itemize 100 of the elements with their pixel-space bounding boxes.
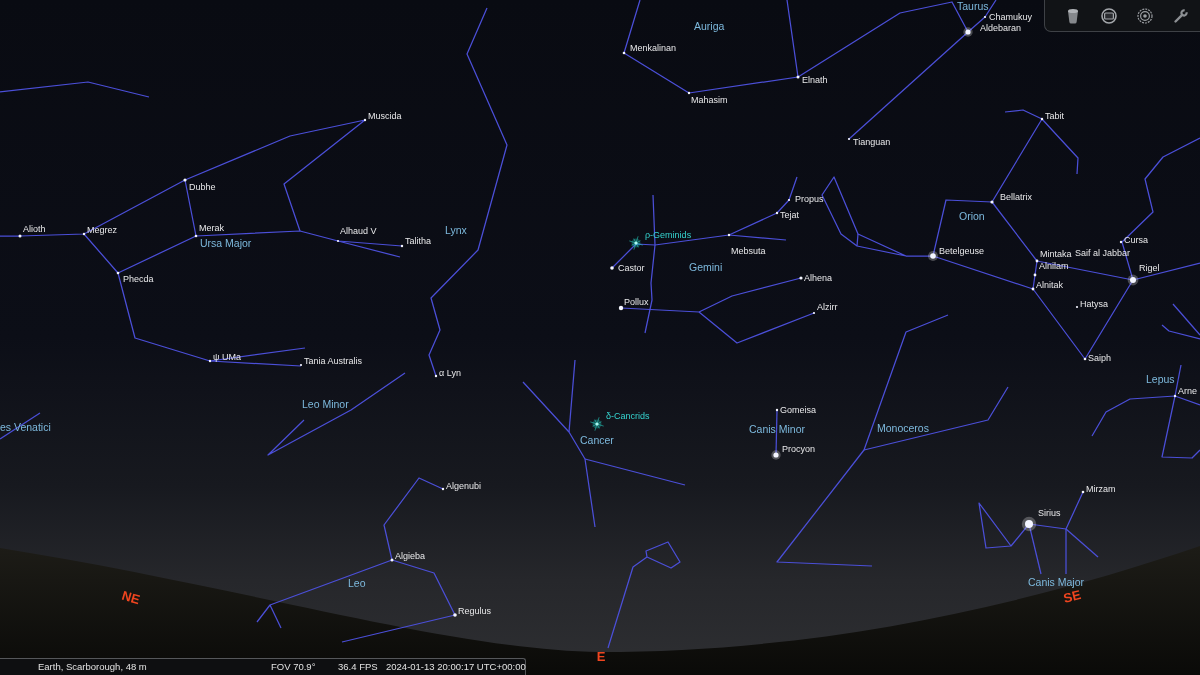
sparkle-icon: [589, 416, 605, 432]
star-dot-icon: [1033, 273, 1037, 277]
constellation-label: Leo Minor: [302, 398, 349, 410]
star-dot-icon: [194, 234, 198, 238]
star-label: Talitha: [405, 236, 431, 246]
star-label: Algenubi: [446, 481, 482, 491]
star-dot-icon: [787, 198, 791, 202]
star-dot-icon: [400, 244, 404, 248]
star-dot-icon: [847, 137, 851, 141]
star-dot-icon: [1035, 259, 1039, 263]
star-dot-icon: [610, 266, 614, 270]
star-label: Propus: [795, 194, 824, 204]
status-location: Earth, Scarborough, 48 m: [38, 661, 147, 673]
constellation-label: Canis Major: [1028, 576, 1085, 588]
star-label: Tabit: [1045, 111, 1064, 121]
star-dot-icon: [1075, 305, 1079, 309]
star-dot-icon: [1031, 287, 1035, 291]
star-label: Tania Australis: [304, 356, 363, 366]
screen-icon[interactable]: [1101, 7, 1117, 24]
star-label: Saiph: [1088, 353, 1112, 363]
constellation-label: Ursa Major: [200, 237, 252, 249]
star-dot-icon: [1021, 516, 1037, 532]
star-label: Bellatrix: [1000, 192, 1032, 202]
star-label: Hatysa: [1080, 299, 1108, 309]
star-label: Mebsuta: [731, 246, 766, 256]
star-dot-icon: [622, 51, 626, 55]
constellation-label: Gemini: [689, 261, 723, 273]
star-dot-icon: [390, 558, 394, 562]
star-dot-icon: [963, 27, 973, 37]
constellation-label: Monoceros: [877, 422, 929, 434]
star-dot-icon: [1083, 357, 1087, 361]
constellation-label: Orion: [959, 210, 985, 222]
star-label: Dubhe: [189, 182, 216, 192]
star-dot-icon: [1081, 490, 1085, 494]
star-dot-icon: [799, 276, 803, 280]
status-fps: 36.4 FPS: [338, 661, 378, 673]
constellation-label: Lynx: [445, 224, 467, 236]
star-label: α Lyn: [439, 368, 461, 378]
constellation-label: Cancer: [580, 434, 614, 446]
star-label: Arne: [1178, 386, 1197, 396]
star-label: Mintaka: [1040, 249, 1072, 259]
cardinal-direction: SE: [1061, 587, 1083, 606]
star-dot-icon: [727, 233, 731, 237]
cardinal-direction: E: [596, 649, 606, 664]
star-label: Rigel: [1139, 263, 1160, 273]
star-dot-icon: [82, 232, 86, 236]
star-label: Tejat: [780, 210, 799, 220]
star-dot-icon: [1173, 394, 1177, 398]
star-label: Pollux: [624, 297, 649, 307]
star-dot-icon: [116, 271, 120, 275]
bucket-icon[interactable]: [1065, 7, 1081, 24]
star-label: Regulus: [458, 606, 492, 616]
star-label: Mahasim: [691, 95, 728, 105]
star-label: Tianguan: [853, 137, 891, 147]
star-label: Sirius: [1038, 508, 1061, 518]
star-label: Betelgeuse: [939, 246, 985, 256]
meteor-shower-label: δ-Cancrids: [606, 411, 650, 421]
star-label: Aldebaran: [980, 23, 1022, 33]
star-dot-icon: [796, 75, 800, 79]
star-dot-icon: [1040, 117, 1044, 121]
star-dot-icon: [441, 487, 445, 491]
star-label: Gomeisa: [780, 405, 816, 415]
star-dot-icon: [983, 15, 987, 19]
star-label: Alioth: [23, 224, 46, 234]
star-dot-icon: [453, 613, 457, 617]
cardinal-direction: NE: [120, 587, 142, 608]
star-label: Mirzam: [1086, 484, 1116, 494]
star-label: Procyon: [782, 444, 816, 454]
constellation-label: Taurus: [957, 0, 989, 12]
star-dot-icon: [18, 234, 22, 238]
star-label: Chamukuy: [989, 12, 1033, 22]
star-dot-icon: [687, 91, 691, 95]
star-label: Alnilam: [1039, 261, 1069, 271]
star-dot-icon: [775, 211, 779, 215]
star-dot-icon: [363, 118, 367, 122]
status-fov: FOV 70.9°: [271, 661, 316, 673]
star-label: Menkalinan: [630, 43, 677, 53]
star-dot-icon: [775, 408, 779, 412]
star-label: Merak: [199, 223, 224, 233]
star-label: Alhaud V: [340, 226, 377, 236]
star-dot-icon: [618, 305, 624, 311]
star-label: Phecda: [123, 274, 154, 284]
star-label: Castor: [618, 263, 645, 273]
star-dot-icon: [434, 374, 438, 378]
star-dot-icon: [299, 363, 303, 367]
constellation-label: Canis Minor: [749, 423, 806, 435]
star-dot-icon: [927, 250, 939, 262]
target-icon[interactable]: [1137, 7, 1153, 24]
constellation-label: Lepus: [1146, 373, 1175, 385]
sparkle-icon: [628, 235, 644, 251]
star-dot-icon: [1119, 240, 1123, 244]
status-date-time: 2024-01-13 20:00:17 UTC+00:00: [386, 661, 526, 673]
wrench-icon[interactable]: [1173, 7, 1189, 24]
star-dot-icon: [990, 200, 994, 204]
star-label: Muscida: [368, 111, 402, 121]
star-label: Alzirr: [817, 302, 838, 312]
constellation-label: Auriga: [694, 20, 725, 32]
star-label: Algieba: [395, 551, 426, 561]
star-label: Elnath: [802, 75, 828, 85]
star-dot-icon: [812, 311, 816, 315]
